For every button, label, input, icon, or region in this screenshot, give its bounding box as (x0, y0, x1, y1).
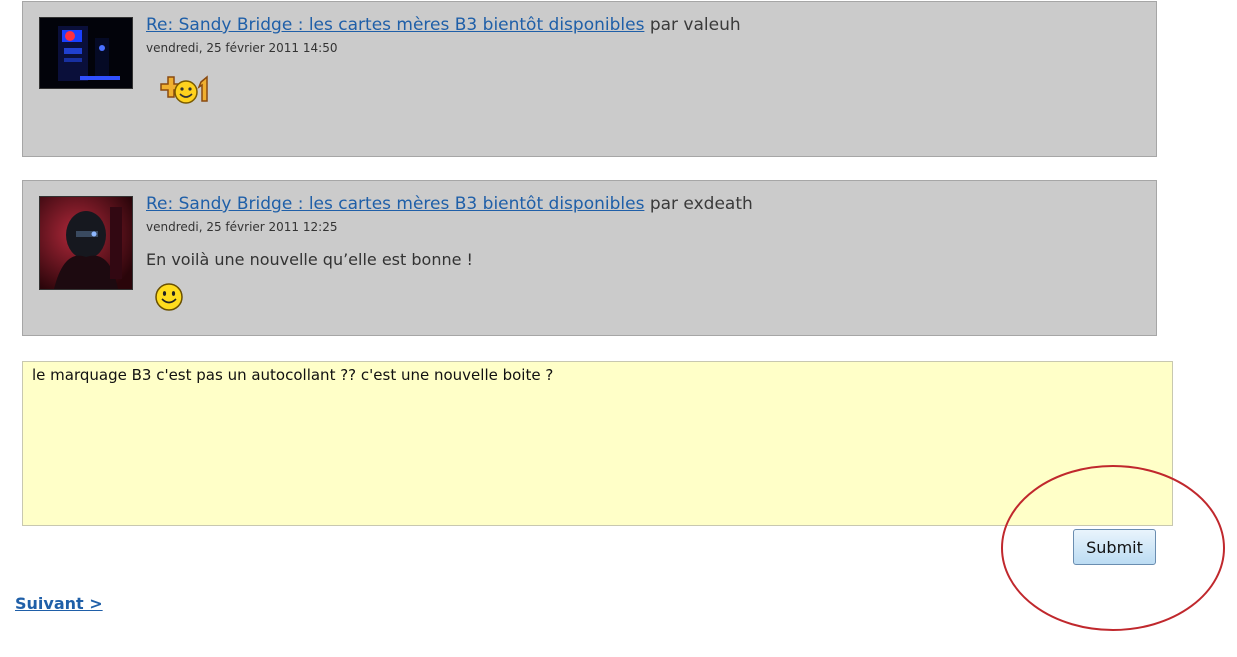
next-page-link[interactable]: Suivant > (15, 594, 103, 613)
comment-author: par valeuh (649, 15, 741, 35)
comment-date: vendredi, 25 février 2011 14:50 (146, 41, 338, 55)
comment-card: Re: Sandy Bridge : les cartes mères B3 b… (22, 180, 1157, 336)
comment-author: par exdeath (649, 194, 753, 214)
plus-one-smiley-icon (153, 70, 219, 110)
comment-header: Re: Sandy Bridge : les cartes mères B3 b… (146, 15, 741, 35)
reply-textarea[interactable]: le marquage B3 c'est pas un autocollant … (22, 361, 1173, 526)
smiley-icon (153, 281, 185, 317)
avatar[interactable] (39, 17, 133, 89)
comment-title-link[interactable]: Re: Sandy Bridge : les cartes mères B3 b… (146, 194, 644, 214)
comment-date: vendredi, 25 février 2011 12:25 (146, 220, 338, 234)
avatar[interactable] (39, 196, 133, 290)
comment-text: En voilà une nouvelle qu’elle est bonne … (146, 250, 473, 269)
comment-card: Re: Sandy Bridge : les cartes mères B3 b… (22, 1, 1157, 157)
comment-header: Re: Sandy Bridge : les cartes mères B3 b… (146, 194, 753, 214)
submit-button[interactable]: Submit (1073, 529, 1156, 565)
comment-title-link[interactable]: Re: Sandy Bridge : les cartes mères B3 b… (146, 15, 644, 35)
